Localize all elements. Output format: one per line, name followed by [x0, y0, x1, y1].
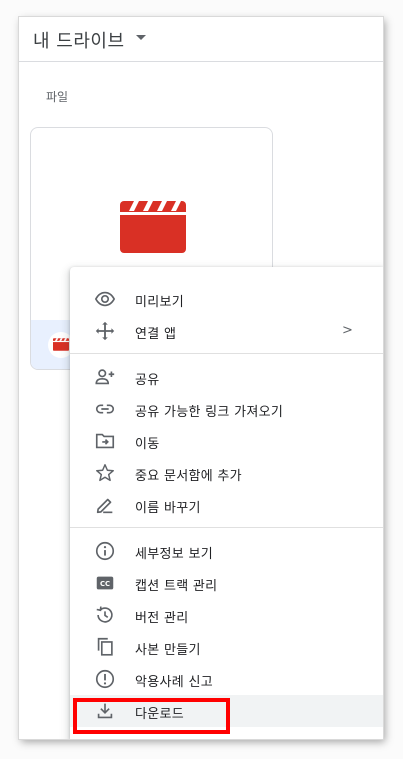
move-arrows-icon [93, 319, 117, 343]
menu-item-label: 버전 관리 [135, 611, 189, 626]
menu-item-get-link[interactable]: 공유 가능한 링크 가져오기 [70, 393, 383, 425]
cc-icon: CC [93, 571, 117, 595]
svg-text:CC: CC [100, 580, 110, 588]
menu-item-label: 중요 문서함에 추가 [135, 469, 242, 484]
link-icon [93, 397, 117, 421]
pencil-icon [93, 493, 117, 517]
video-thumbnail-icon [120, 201, 186, 253]
person-add-icon [93, 365, 117, 389]
menu-item-label: 연결 앱 [135, 327, 177, 342]
history-icon [93, 603, 117, 627]
top-bar: 내 드라이브 [19, 17, 383, 62]
menu-divider [70, 353, 383, 354]
copy-icon [93, 635, 117, 659]
menu-item-star[interactable]: 중요 문서함에 추가 [70, 457, 383, 489]
eye-icon [93, 287, 117, 311]
star-icon [93, 461, 117, 485]
menu-item-share[interactable]: 공유 [70, 361, 383, 393]
menu-item-label: 미리보기 [135, 295, 185, 310]
menu-item-label: 사본 만들기 [135, 643, 201, 658]
menu-item-captions[interactable]: CC 캡션 트랙 관리 [70, 567, 383, 599]
menu-item-label: 캡션 트랙 관리 [135, 579, 218, 594]
menu-item-label: 이름 바꾸기 [135, 501, 201, 516]
menu-item-rename[interactable]: 이름 바꾸기 [70, 489, 383, 521]
folder-move-icon [93, 429, 117, 453]
info-icon [93, 539, 117, 563]
context-menu: 미리보기 연결 앱 > 공유 공유 가능한 링크 가져오기 이동 중요 문서함에… [70, 267, 383, 739]
menu-item-label: 악용사례 신고 [135, 675, 213, 690]
menu-item-label: 공유 [135, 373, 160, 388]
report-icon [93, 667, 117, 691]
download-highlight-box [73, 698, 230, 734]
menu-item-copy[interactable]: 사본 만들기 [70, 631, 383, 663]
menu-item-label: 이동 [135, 437, 160, 452]
caret-down-icon[interactable] [136, 35, 146, 40]
menu-item-versions[interactable]: 버전 관리 [70, 599, 383, 631]
menu-item-details[interactable]: 세부정보 보기 [70, 535, 383, 567]
chevron-right-icon: > [342, 323, 353, 338]
menu-divider [70, 527, 383, 528]
drive-window: 내 드라이브 파일 미리보기 연결 앱 > 공유 공유 가능한 링크 가져오기 … [19, 17, 383, 739]
section-label: 파일 [46, 90, 69, 104]
menu-item-label: 공유 가능한 링크 가져오기 [135, 405, 284, 420]
menu-item-label: 세부정보 보기 [135, 547, 213, 562]
menu-item-move[interactable]: 이동 [70, 425, 383, 457]
menu-item-open-with[interactable]: 연결 앱 > [70, 315, 383, 347]
menu-item-preview[interactable]: 미리보기 [70, 283, 383, 315]
menu-item-report[interactable]: 악용사례 신고 [70, 663, 383, 695]
page-title[interactable]: 내 드라이브 [33, 27, 125, 53]
